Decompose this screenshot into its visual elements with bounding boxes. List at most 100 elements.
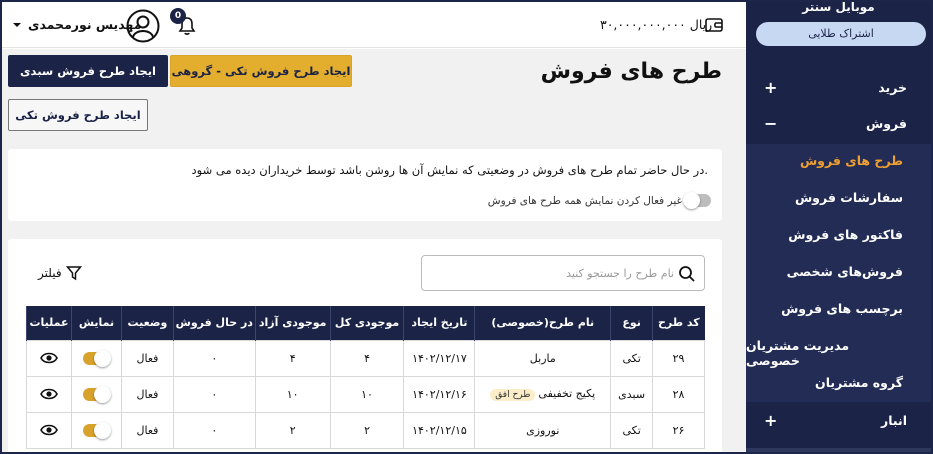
cell-date: ۱۴۰۲/۱۲/۱۶ — [403, 375, 476, 413]
cell-date: ۱۴۰۲/۱۲/۱۷ — [403, 339, 476, 377]
col-header-free-stock[interactable]: موجودی آزاد — [254, 306, 331, 340]
cell-total-stock: ۲ — [329, 411, 405, 449]
cell-selling: ۰ — [172, 339, 256, 377]
sidebar-item-private-customers[interactable]: مدیریت مشتریان خصوصی — [746, 338, 903, 368]
search-icon[interactable] — [678, 265, 696, 283]
table-row[interactable]: ۲۹ تکی ماربل ۱۴۰۲/۱۲/۱۷ ۴ ۴ ۰ فعال — [25, 339, 705, 377]
create-bulk-plan-button[interactable]: ایجاد طرح فروش سبدی — [8, 55, 168, 87]
page-title: طرح های فروش — [540, 59, 722, 84]
cell-display — [71, 375, 122, 413]
cell-status: فعال — [120, 375, 174, 413]
display-toggle[interactable] — [83, 385, 112, 403]
search-box — [421, 255, 705, 291]
cell-free-stock: ۲ — [254, 411, 331, 449]
chevron-down-icon[interactable] — [12, 20, 22, 30]
cell-display — [71, 411, 122, 449]
sidebar-item-customer-groups[interactable]: گروه مشتریان — [815, 375, 903, 390]
sidebar-item-purchase[interactable]: خرید + — [746, 72, 931, 102]
expand-icon: + — [764, 77, 778, 97]
disable-all-toggle-label: غیر فعال کردن نمایش همه طرح های فروش — [487, 195, 682, 207]
cell-code: ۲۹ — [652, 339, 705, 377]
user-avatar-icon[interactable] — [126, 9, 160, 43]
main-content: طرح های فروش ایجاد طرح فروش سبدی ایجاد ط… — [2, 49, 746, 452]
sales-plans-table: کد طرح نوع نام طرح(خصوصی) تاریخ ایجاد مو… — [25, 306, 705, 449]
cell-name: نوروزی — [474, 411, 612, 449]
sidebar-item-sales-invoices[interactable]: فاکتور های فروش — [788, 227, 903, 242]
table-row[interactable]: ۲۸ سبدی پکیج تخفیفیطرح افق ۱۴۰۲/۱۲/۱۶ ۱۰… — [25, 375, 705, 413]
filter-label: فیلتر — [38, 266, 62, 280]
brand-name: موبایل سنتر — [802, 2, 875, 14]
cell-display — [71, 339, 122, 377]
cell-code: ۲۸ — [652, 375, 705, 413]
col-header-actions[interactable]: عملیات — [25, 306, 72, 340]
cell-status: فعال — [120, 339, 174, 377]
col-header-date[interactable]: تاریخ ایجاد — [403, 306, 475, 340]
notification-badge: 0 — [170, 8, 186, 24]
plan-name: نوروزی — [526, 423, 560, 437]
plan-name: پکیج تخفیفی — [538, 387, 596, 400]
cell-total-stock: ۴ — [329, 339, 405, 377]
plan-badge[interactable]: اشتراک طلایی — [756, 22, 926, 46]
cell-selling: ۰ — [172, 411, 256, 449]
filter-button[interactable]: فیلتر — [38, 265, 82, 281]
col-header-status[interactable]: وضعیت — [120, 306, 174, 340]
filter-icon — [65, 266, 82, 281]
plans-table-card: فیلتر کد طرح نوع نام طرح(خصوصی) تاریخ ای… — [8, 239, 722, 452]
toggle-knob — [94, 421, 112, 439]
app-window: موبایل سنتر اشتراک طلایی خرید + فروش − ط… — [2, 2, 931, 452]
sidebar-item-label: فروش — [866, 115, 907, 131]
top-header: مهدیس نورمحمدی 0 ۳۰,۰۰۰,۰۰۰,۰۰۰ ریال — [2, 2, 746, 48]
sidebar-item-sales-orders[interactable]: سفارشات فروش — [795, 190, 903, 205]
col-header-display[interactable]: نمایش — [71, 306, 122, 340]
create-single-plan-button[interactable]: ایجاد طرح فروش تکی — [8, 99, 148, 131]
sidebar-item-sales[interactable]: فروش − — [746, 108, 931, 138]
cell-actions — [25, 411, 73, 449]
wallet-icon[interactable] — [705, 17, 723, 33]
sidebar-item-label: خرید — [878, 79, 907, 95]
sidebar-item-sales-plans[interactable]: طرح های فروش — [800, 153, 903, 168]
sidebar-item-warehouse[interactable]: انبار + — [746, 405, 931, 435]
wallet-balance: ۳۰,۰۰۰,۰۰۰,۰۰۰ ریال — [600, 17, 713, 32]
sales-submenu: طرح های فروش سفارشات فروش فاکتور های فرو… — [746, 144, 931, 402]
cell-name: ماربل — [474, 339, 612, 377]
eye-icon[interactable] — [40, 387, 58, 401]
info-card: در حال حاضر تمام طرح های فروش در وضعیتی … — [8, 149, 722, 221]
create-single-group-plan-button[interactable]: ایجاد طرح فروش تکی - گروهی — [170, 55, 352, 87]
col-header-code[interactable]: کد طرح — [652, 306, 705, 340]
display-toggle[interactable] — [83, 349, 112, 367]
cell-code: ۲۶ — [652, 411, 705, 449]
table-row[interactable]: ۲۶ تکی نوروزی ۱۴۰۲/۱۲/۱۵ ۲ ۲ ۰ فعال — [25, 411, 705, 449]
collapse-icon: − — [764, 113, 778, 133]
cell-actions — [25, 375, 73, 413]
toggle-knob — [94, 385, 112, 403]
cell-type: تکی — [610, 411, 654, 449]
sidebar-item-sales-labels[interactable]: برچسب های فروش — [781, 301, 903, 316]
sidebar: موبایل سنتر اشتراک طلایی خرید + فروش − ط… — [746, 2, 931, 452]
col-header-total-stock[interactable]: موجودی کل — [329, 306, 404, 340]
cell-total-stock: ۱۰ — [329, 375, 405, 413]
plan-tag: طرح افق — [490, 389, 536, 401]
cell-free-stock: ۴ — [254, 339, 331, 377]
expand-icon: + — [764, 410, 778, 430]
disable-all-toggle[interactable] — [683, 192, 711, 209]
cell-selling: ۰ — [172, 375, 256, 413]
search-input[interactable] — [434, 263, 674, 283]
sidebar-item-personal-sales[interactable]: فروش‌های شخصی — [787, 264, 903, 279]
info-message: در حال حاضر تمام طرح های فروش در وضعیتی … — [191, 163, 708, 177]
cell-actions — [25, 339, 73, 377]
table-header-row: کد طرح نوع نام طرح(خصوصی) تاریخ ایجاد مو… — [25, 306, 705, 340]
eye-icon[interactable] — [40, 351, 58, 365]
display-toggle[interactable] — [83, 421, 112, 439]
cell-type: تکی — [610, 339, 654, 377]
col-header-selling[interactable]: در حال فروش — [172, 306, 256, 340]
col-header-name[interactable]: نام طرح(خصوصی) — [474, 306, 611, 340]
col-header-type[interactable]: نوع — [610, 306, 653, 340]
plan-name: ماربل — [529, 351, 556, 365]
cell-date: ۱۴۰۲/۱۲/۱۵ — [403, 411, 476, 449]
eye-icon[interactable] — [40, 423, 58, 437]
toggle-knob — [683, 192, 700, 209]
cell-name: پکیج تخفیفیطرح افق — [474, 375, 612, 413]
toggle-knob — [94, 349, 112, 367]
cell-type: سبدی — [610, 375, 654, 413]
username[interactable]: مهدیس نورمحمدی — [28, 17, 141, 32]
